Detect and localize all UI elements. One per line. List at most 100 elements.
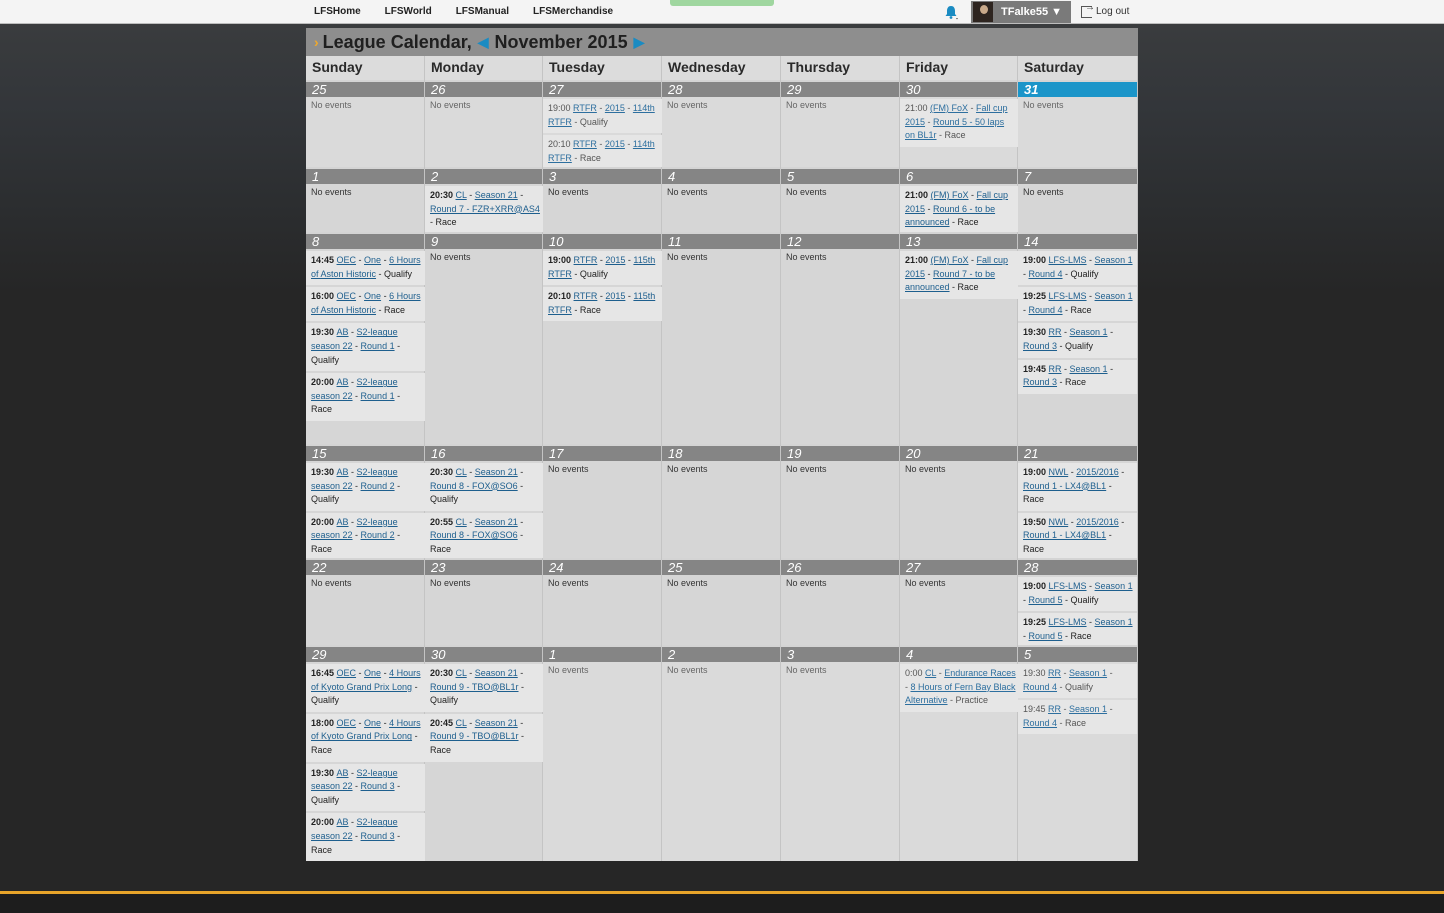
event-link[interactable]: CL: [456, 190, 467, 200]
day-cell: 4 No events: [662, 167, 781, 234]
nav-lfshome[interactable]: LFSHome: [314, 6, 361, 17]
event-link[interactable]: Season 1: [1095, 581, 1133, 591]
event-link[interactable]: Endurance Races: [944, 668, 1016, 678]
event-link[interactable]: RTFR: [574, 255, 598, 265]
event-link[interactable]: CL: [456, 467, 467, 477]
event-text: -: [517, 717, 524, 728]
event-text: - Race: [571, 304, 601, 315]
event-link[interactable]: RR: [1049, 327, 1062, 337]
event-link[interactable]: RTFR: [573, 139, 597, 149]
event-link[interactable]: OEC: [337, 291, 357, 301]
event-link[interactable]: Round 4: [1023, 718, 1057, 728]
event-link[interactable]: RR: [1049, 364, 1062, 374]
event-link[interactable]: NWL: [1049, 517, 1069, 527]
event-link[interactable]: RTFR: [573, 103, 597, 113]
event-link[interactable]: CL: [925, 668, 936, 678]
next-month-icon[interactable]: ▶: [634, 34, 645, 51]
event-link[interactable]: Round 1: [361, 391, 395, 401]
event-link[interactable]: LFS-LMS: [1049, 255, 1087, 265]
event-link[interactable]: One: [364, 668, 381, 678]
event-link[interactable]: Round 4: [1029, 269, 1063, 279]
event-link[interactable]: CL: [456, 517, 467, 527]
event-link[interactable]: Season 21: [475, 718, 518, 728]
event-link[interactable]: Round 2: [361, 530, 395, 540]
event-time: 21:00: [905, 103, 931, 113]
event-link[interactable]: Round 2: [361, 481, 395, 491]
calendar-week: 29 16:45 OEC - One - 4 Hours of Kyoto Gra…: [306, 645, 1138, 862]
event-link[interactable]: Season 21: [475, 467, 518, 477]
event-link[interactable]: (FM) FoX: [931, 190, 969, 200]
no-events-label: No events: [1023, 187, 1064, 197]
event-link[interactable]: Round 5: [1029, 631, 1063, 641]
event-link[interactable]: OEC: [337, 255, 357, 265]
event-entry: 19:30 AB - S2-league season 22 - Round 2…: [306, 463, 425, 511]
prev-month-icon[interactable]: ◀: [478, 34, 489, 51]
event-link[interactable]: LFS-LMS: [1049, 617, 1087, 627]
event-link[interactable]: Season 1: [1095, 291, 1133, 301]
nav-lfsworld[interactable]: LFSWorld: [385, 6, 432, 17]
event-link[interactable]: 2015: [605, 291, 625, 301]
event-time: 20:00: [311, 817, 337, 828]
event-link[interactable]: Season 21: [475, 668, 518, 678]
nav-lfsmerchandise[interactable]: LFSMerchandise: [533, 6, 613, 17]
event-link[interactable]: OEC: [337, 718, 357, 728]
user-menu[interactable]: TFalke55 ▼: [971, 1, 1071, 23]
event-link[interactable]: (FM) FoX: [931, 255, 969, 265]
event-text: -: [352, 830, 361, 841]
event-link[interactable]: Round 3: [361, 781, 395, 791]
event-link[interactable]: 2015: [605, 103, 625, 113]
event-link[interactable]: Round 7 - FZR+XRR@AS4: [430, 204, 540, 214]
event-link[interactable]: OEC: [337, 668, 357, 678]
event-link[interactable]: Season 1: [1095, 255, 1133, 265]
weekday-header: Sunday Monday Tuesday Wednesday Thursday…: [306, 56, 1138, 80]
event-link[interactable]: AB: [337, 467, 349, 477]
event-link[interactable]: AB: [337, 817, 349, 827]
event-link[interactable]: Round 9 - TBO@BL1r: [430, 731, 519, 741]
event-link[interactable]: CL: [456, 668, 467, 678]
event-link[interactable]: Round 5: [1029, 595, 1063, 605]
event-link[interactable]: One: [364, 291, 381, 301]
event-link[interactable]: Round 1 - LX4@BL1: [1023, 530, 1106, 540]
event-link[interactable]: One: [364, 255, 381, 265]
event-link[interactable]: AB: [337, 377, 349, 387]
logout-link[interactable]: Log out: [1081, 0, 1129, 23]
event-link[interactable]: Season 1: [1069, 704, 1107, 714]
event-link[interactable]: AB: [337, 327, 349, 337]
event-link[interactable]: RR: [1048, 704, 1061, 714]
event-link[interactable]: 2015: [605, 255, 625, 265]
event-link[interactable]: Round 3: [1023, 341, 1057, 351]
event-link[interactable]: 2015/2016: [1076, 517, 1119, 527]
event-link[interactable]: (FM) FoX: [930, 103, 968, 113]
event-link[interactable]: Round 3: [361, 831, 395, 841]
event-link[interactable]: Round 4: [1023, 682, 1057, 692]
event-link[interactable]: AB: [337, 768, 349, 778]
event-link[interactable]: 2015/2016: [1076, 467, 1119, 477]
event-link[interactable]: Round 1: [361, 341, 395, 351]
event-link[interactable]: Round 3: [1023, 377, 1057, 387]
bell-icon[interactable]: [943, 4, 959, 20]
event-link[interactable]: Round 8 - FOX@SO6: [430, 530, 518, 540]
event-link[interactable]: Season 21: [475, 517, 518, 527]
event-link[interactable]: One: [364, 718, 381, 728]
event-link[interactable]: AB: [337, 517, 349, 527]
event-time: 18:00: [311, 717, 337, 728]
event-link[interactable]: Season 1: [1069, 668, 1107, 678]
event-link[interactable]: NWL: [1049, 467, 1069, 477]
event-link[interactable]: Round 8 - FOX@SO6: [430, 481, 518, 491]
event-link[interactable]: Round 4: [1029, 305, 1063, 315]
event-link[interactable]: 2015: [605, 139, 625, 149]
event-link[interactable]: LFS-LMS: [1049, 291, 1087, 301]
event-link[interactable]: RR: [1048, 668, 1061, 678]
day-number: 4: [662, 167, 780, 184]
event-link[interactable]: Season 1: [1070, 364, 1108, 374]
event-link[interactable]: Round 1 - LX4@BL1: [1023, 481, 1106, 491]
event-link[interactable]: Season 1: [1095, 617, 1133, 627]
weekday-monday: Monday: [425, 56, 543, 80]
event-link[interactable]: Round 9 - TBO@BL1r: [430, 682, 519, 692]
event-link[interactable]: RTFR: [574, 291, 598, 301]
event-link[interactable]: CL: [456, 718, 467, 728]
event-link[interactable]: Season 1: [1070, 327, 1108, 337]
event-link[interactable]: Season 21: [475, 190, 518, 200]
nav-lfsmanual[interactable]: LFSManual: [456, 6, 509, 17]
event-link[interactable]: LFS-LMS: [1049, 581, 1087, 591]
